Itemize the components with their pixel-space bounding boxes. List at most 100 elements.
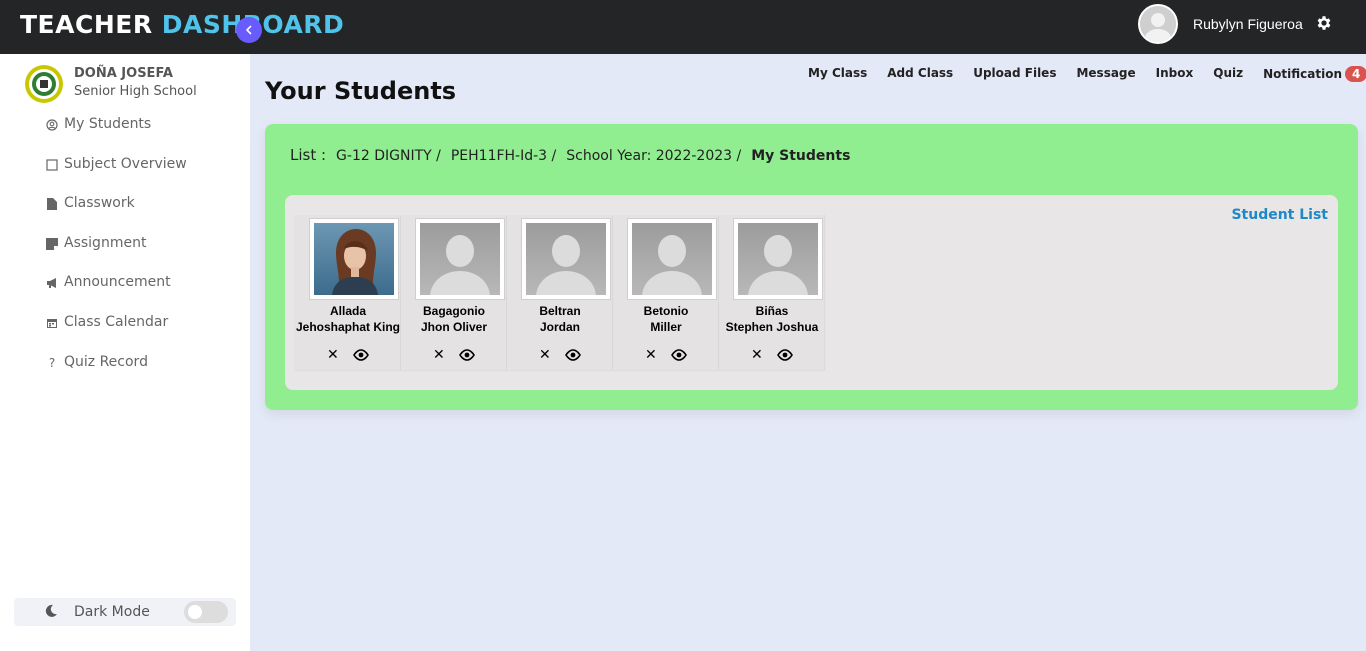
student-last-name: Allada xyxy=(329,304,366,318)
eye-icon[interactable] xyxy=(776,349,793,361)
megaphone-icon xyxy=(44,275,60,291)
top-bar: TEACHER DASHBOARD Rubylyn Figueroa xyxy=(0,0,1366,54)
school-name-line2: Senior High School xyxy=(74,84,197,99)
student-card: Beltran Jordan ✕ xyxy=(507,215,613,370)
remove-icon[interactable]: ✕ xyxy=(645,348,657,362)
square-icon xyxy=(44,157,60,173)
school-name-line1: DOÑA JOSEFA xyxy=(74,66,173,81)
nav-inbox[interactable]: Inbox xyxy=(1156,66,1194,82)
student-card: Allada Jehoshaphat King ✕ xyxy=(295,215,401,370)
student-first-name: Jehoshaphat King xyxy=(295,320,400,334)
student-first-name: Jhon Oliver xyxy=(420,320,488,334)
student-first-name: Stephen Joshua xyxy=(725,320,819,334)
sidebar-nav: My Students Subject Overview Classwork A… xyxy=(44,116,187,393)
avatar-placeholder-icon xyxy=(738,223,818,295)
sidebar: DOÑA JOSEFA Senior High School My Studen… xyxy=(0,54,250,651)
student-list-link[interactable]: Student List xyxy=(1231,207,1328,223)
student-first-name: Miller xyxy=(650,320,682,334)
sidebar-item-announcement[interactable]: Announcement xyxy=(44,274,187,314)
sidebar-item-classwork[interactable]: Classwork xyxy=(44,195,187,235)
sidebar-item-quiz-record[interactable]: ? Quiz Record xyxy=(44,354,187,394)
eye-icon[interactable] xyxy=(352,349,369,361)
note-icon xyxy=(44,236,60,252)
eye-icon[interactable] xyxy=(670,349,687,361)
nav-upload-files[interactable]: Upload Files xyxy=(973,66,1056,82)
student-last-name: Betonio xyxy=(643,304,689,318)
sidebar-item-my-students[interactable]: My Students xyxy=(44,116,187,156)
nav-notification[interactable]: Notification 4 xyxy=(1263,66,1366,82)
student-last-name: Bagagonio xyxy=(423,304,485,318)
dark-mode-toggle[interactable] xyxy=(184,601,228,623)
nav-message[interactable]: Message xyxy=(1076,66,1135,82)
breadcrumb: List : G-12 DIGNITY / PEH11FH-Id-3 / Sch… xyxy=(290,146,850,164)
sidebar-item-label: Subject Overview xyxy=(64,155,187,172)
school-name: DOÑA JOSEFA Senior High School xyxy=(74,65,197,101)
student-actions: ✕ xyxy=(751,348,793,362)
sidebar-item-label: My Students xyxy=(64,116,152,132)
student-name: Bagagonio Jhon Oliver xyxy=(401,303,507,335)
dark-mode-row: Dark Mode xyxy=(14,598,236,626)
file-icon xyxy=(44,196,60,212)
sidebar-item-label: Quiz Record xyxy=(64,353,148,370)
student-actions: ✕ xyxy=(433,348,475,362)
student-name: Biñas Stephen Joshua xyxy=(719,303,825,335)
student-cards: Allada Jehoshaphat King ✕ Bagagonio Jhon… xyxy=(295,215,825,370)
breadcrumb-subject[interactable]: PEH11FH-Id-3 / xyxy=(451,148,556,164)
calendar-icon xyxy=(44,315,60,331)
student-card: Biñas Stephen Joshua ✕ xyxy=(719,215,825,370)
student-last-name: Biñas xyxy=(755,304,789,318)
sidebar-item-class-calendar[interactable]: Class Calendar xyxy=(44,314,187,354)
student-name: Allada Jehoshaphat King xyxy=(295,303,401,335)
class-panel: List : G-12 DIGNITY / PEH11FH-Id-3 / Sch… xyxy=(265,124,1358,410)
remove-icon[interactable]: ✕ xyxy=(327,348,339,362)
dark-mode-label: Dark Mode xyxy=(74,604,150,620)
student-name: Beltran Jordan xyxy=(507,303,613,335)
student-photo[interactable] xyxy=(521,218,611,300)
avatar-placeholder-icon xyxy=(632,223,712,295)
sidebar-item-label: Class Calendar xyxy=(64,313,169,330)
chevron-left-icon xyxy=(246,25,252,35)
gear-icon[interactable] xyxy=(1315,14,1333,32)
sidebar-item-assignment[interactable]: Assignment xyxy=(44,235,187,275)
user-name[interactable]: Rubylyn Figueroa xyxy=(1193,16,1303,32)
eye-icon[interactable] xyxy=(458,349,475,361)
remove-icon[interactable]: ✕ xyxy=(539,348,551,362)
remove-icon[interactable]: ✕ xyxy=(433,348,445,362)
top-nav: My Class Add Class Upload Files Message … xyxy=(808,66,1366,82)
page-title: Your Students xyxy=(265,77,457,105)
avatar-placeholder-icon xyxy=(420,223,500,295)
sidebar-item-label: Assignment xyxy=(64,234,147,251)
student-photo[interactable] xyxy=(627,218,717,300)
nav-add-class[interactable]: Add Class xyxy=(887,66,953,82)
students-container: Student List Allada Jehoshaphat King ✕ B… xyxy=(285,195,1338,390)
sidebar-collapse-button[interactable] xyxy=(236,17,262,43)
sidebar-item-label: Announcement xyxy=(64,274,171,291)
student-first-name: Jordan xyxy=(539,320,580,334)
student-photo[interactable] xyxy=(733,218,823,300)
breadcrumb-current: My Students xyxy=(751,148,851,164)
user-avatar[interactable] xyxy=(1138,4,1178,44)
student-photo[interactable] xyxy=(309,218,399,300)
notification-badge: 4 xyxy=(1345,66,1366,82)
student-actions: ✕ xyxy=(645,348,687,362)
eye-icon[interactable] xyxy=(564,349,581,361)
student-actions: ✕ xyxy=(539,348,581,362)
sidebar-item-subject-overview[interactable]: Subject Overview xyxy=(44,156,187,196)
remove-icon[interactable]: ✕ xyxy=(751,348,763,362)
moon-icon xyxy=(45,604,57,617)
nav-quiz[interactable]: Quiz xyxy=(1213,66,1243,82)
breadcrumb-grade[interactable]: G-12 DIGNITY / xyxy=(336,148,441,164)
student-photo[interactable] xyxy=(415,218,505,300)
user-circle-icon xyxy=(44,117,60,133)
breadcrumb-label: List : xyxy=(290,146,327,164)
nav-my-class[interactable]: My Class xyxy=(808,66,867,82)
student-last-name: Beltran xyxy=(539,304,581,318)
sidebar-item-label: Classwork xyxy=(64,195,135,212)
nav-notification-label: Notification xyxy=(1263,67,1342,81)
student-name: Betonio Miller xyxy=(613,303,719,335)
dashboard-title: TEACHER DASHBOARD xyxy=(20,10,344,39)
breadcrumb-school-year[interactable]: School Year: 2022-2023 / xyxy=(566,148,741,164)
student-card: Betonio Miller ✕ xyxy=(613,215,719,370)
toggle-knob xyxy=(188,605,202,619)
avatar-placeholder-icon xyxy=(1140,6,1176,42)
